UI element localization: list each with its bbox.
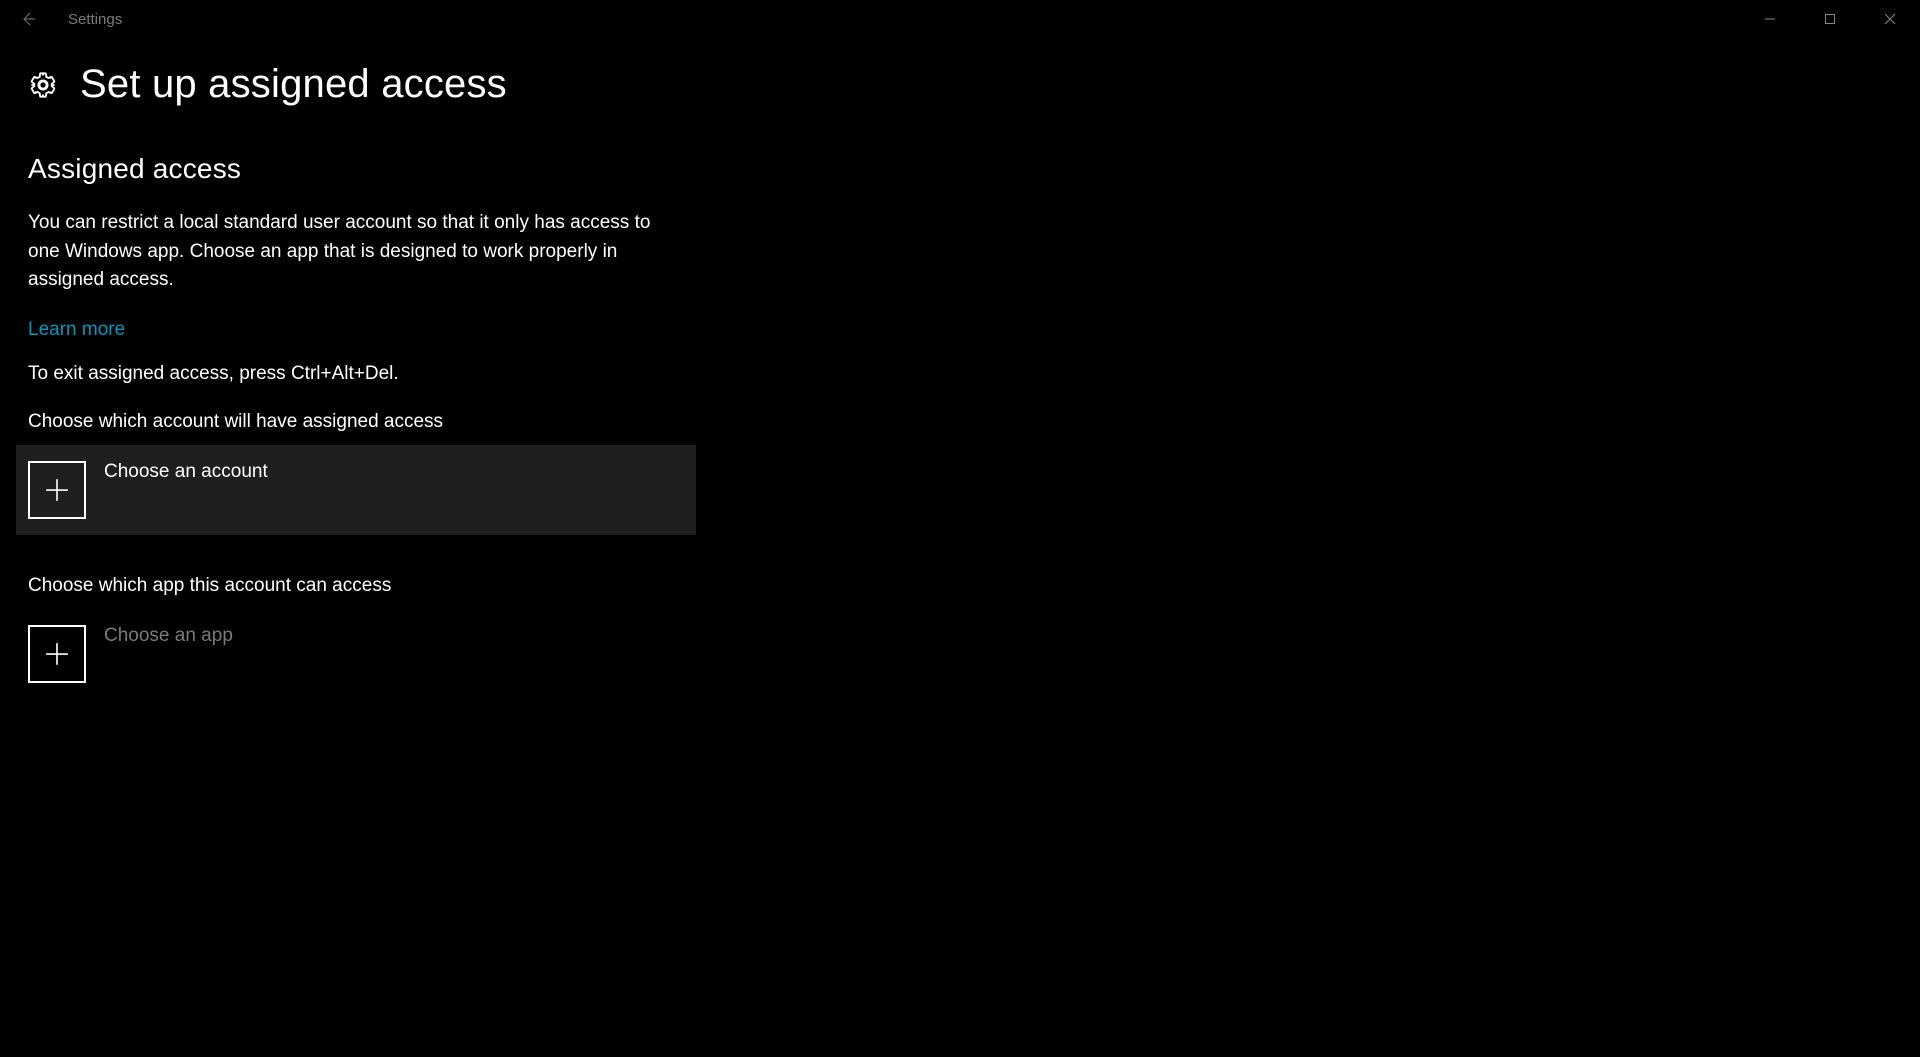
page-header: Set up assigned access: [28, 62, 1892, 107]
app-title: Settings: [68, 11, 122, 28]
choose-account-label: Choose an account: [104, 461, 268, 483]
window-controls: [1740, 0, 1920, 38]
choose-app-prompt: Choose which app this account can access: [28, 575, 1892, 597]
choose-account-prompt: Choose which account will have assigned …: [28, 411, 1892, 433]
section-heading: Assigned access: [28, 153, 1892, 185]
plus-icon: [28, 461, 86, 519]
section-description: You can restrict a local standard user a…: [28, 209, 668, 295]
exit-note: To exit assigned access, press Ctrl+Alt+…: [28, 363, 1892, 385]
maximize-button[interactable]: [1800, 0, 1860, 38]
title-bar: Settings: [0, 0, 1920, 38]
choose-app-label: Choose an app: [104, 625, 233, 647]
plus-icon: [28, 625, 86, 683]
choose-app-button[interactable]: Choose an app: [16, 609, 696, 699]
page-title: Set up assigned access: [80, 62, 507, 107]
minimize-button[interactable]: [1740, 0, 1800, 38]
close-button[interactable]: [1860, 0, 1920, 38]
content-area: Set up assigned access Assigned access Y…: [0, 38, 1920, 699]
choose-account-button[interactable]: Choose an account: [16, 445, 696, 535]
gear-icon: [28, 70, 58, 100]
back-button[interactable]: [20, 11, 36, 27]
learn-more-link[interactable]: Learn more: [28, 319, 125, 341]
